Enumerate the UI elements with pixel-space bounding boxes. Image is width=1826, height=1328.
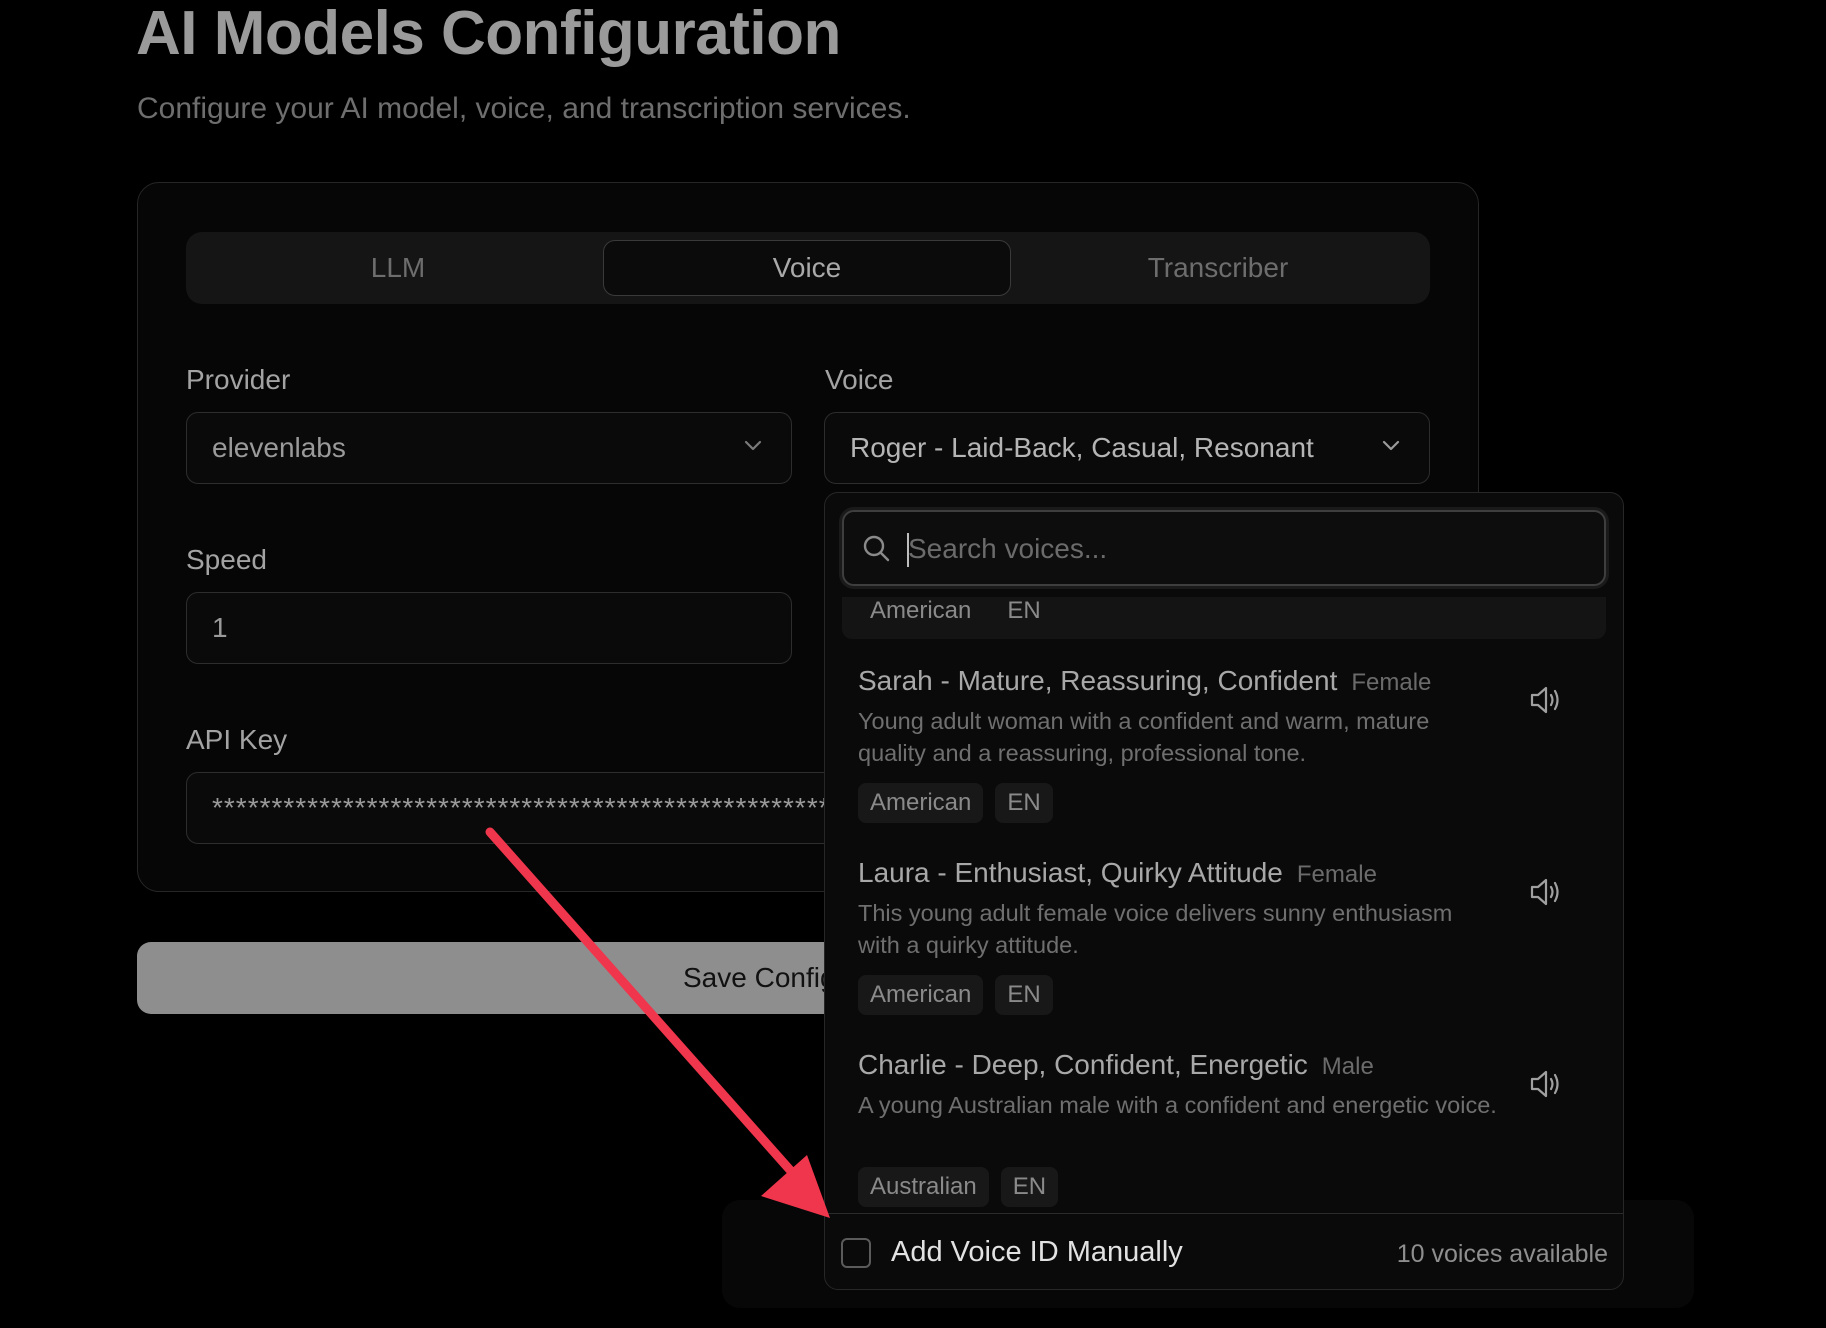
voice-option-title: Charlie - Deep, Confident, Energetic Male xyxy=(858,1049,1374,1081)
voice-select[interactable]: Roger - Laid-Back, Casual, Resonant xyxy=(824,412,1430,484)
tag: EN xyxy=(1000,1167,1059,1207)
speaker-icon[interactable] xyxy=(1528,683,1564,717)
tab-voice[interactable]: Voice xyxy=(603,240,1011,296)
voice-option-gender: Female xyxy=(1296,861,1377,888)
tag: American xyxy=(858,783,984,823)
add-voice-id-manually-checkbox[interactable] xyxy=(841,1238,871,1268)
voice-value: Roger - Laid-Back, Casual, Resonant xyxy=(850,432,1314,463)
dropdown-footer: Add Voice ID Manually 10 voices availabl… xyxy=(825,1213,1623,1289)
speaker-icon[interactable] xyxy=(1528,875,1564,909)
page-subtitle: Configure your AI model, voice, and tran… xyxy=(137,92,911,125)
speed-input[interactable]: 1 xyxy=(186,592,792,664)
tags: American EN xyxy=(858,597,1053,631)
provider-value: elevenlabs xyxy=(212,432,346,463)
tag: EN xyxy=(995,783,1053,823)
tab-bar: LLM Voice Transcriber xyxy=(186,232,1430,304)
speaker-icon[interactable] xyxy=(1528,1067,1564,1101)
api-key-label: API Key xyxy=(186,724,288,755)
page-title: AI Models Configuration xyxy=(136,0,841,68)
speed-value: 1 xyxy=(212,612,228,643)
voice-option-name: Charlie - Deep, Confident, Energetic xyxy=(858,1049,1308,1080)
tags: American EN xyxy=(858,975,1053,1015)
voice-option-name: Sarah - Mature, Reassuring, Confident xyxy=(858,665,1338,696)
tag: EN xyxy=(1007,597,1041,624)
provider-select[interactable]: elevenlabs xyxy=(186,412,792,484)
tag: American xyxy=(870,597,972,624)
voices-count: 10 voices available xyxy=(1396,1240,1608,1268)
tab-llm[interactable]: LLM xyxy=(194,240,602,296)
tag: Australian xyxy=(858,1167,989,1207)
tags: Australian EN xyxy=(858,1167,1059,1207)
voice-list: American EN Sarah - Mature, Reassuring, … xyxy=(825,597,1623,1211)
tab-transcriber[interactable]: Transcriber xyxy=(1014,240,1422,296)
api-key-value: ****************************************… xyxy=(212,792,885,823)
chevron-down-icon xyxy=(744,440,762,451)
voice-option-title: Sarah - Mature, Reassuring, Confident Fem… xyxy=(858,665,1431,697)
voice-option-laura[interactable]: Laura - Enthusiast, Quirky Attitude Femal… xyxy=(842,853,1606,1039)
provider-label: Provider xyxy=(186,364,291,395)
voice-dropdown: American EN Sarah - Mature, Reassuring, … xyxy=(824,492,1624,1290)
voice-option-charlie[interactable]: Charlie - Deep, Confident, Energetic Male… xyxy=(842,1045,1606,1211)
search-icon xyxy=(863,535,890,562)
voice-label: Voice xyxy=(825,364,894,395)
add-voice-id-manually-label[interactable]: Add Voice ID Manually xyxy=(891,1236,1183,1269)
voice-option-description: Young adult woman with a confident and w… xyxy=(858,708,1430,766)
voice-option-description: This young adult female voice delivers s… xyxy=(858,900,1453,958)
voice-option-gender: Male xyxy=(1321,1053,1374,1080)
api-key-input[interactable]: ****************************************… xyxy=(186,772,886,844)
save-configuration-button[interactable]: Save Configuration xyxy=(137,942,857,1014)
voice-search-box[interactable] xyxy=(842,510,1606,586)
tags: American EN xyxy=(858,783,1053,823)
voice-option-title: Laura - Enthusiast, Quirky Attitude Femal… xyxy=(858,857,1377,889)
voice-search-input[interactable] xyxy=(906,522,1590,576)
tag: EN xyxy=(995,975,1053,1015)
voice-option-description: A young Australian male with a confident… xyxy=(858,1092,1497,1118)
tag: American xyxy=(858,975,984,1015)
speed-label: Speed xyxy=(186,544,267,575)
list-item-partial[interactable]: American EN xyxy=(842,597,1606,639)
voice-option-gender: Female xyxy=(1351,669,1432,696)
voice-option-name: Laura - Enthusiast, Quirky Attitude xyxy=(858,857,1283,888)
voice-option-sarah[interactable]: Sarah - Mature, Reassuring, Confident Fem… xyxy=(842,661,1606,847)
chevron-down-icon xyxy=(1382,440,1400,451)
